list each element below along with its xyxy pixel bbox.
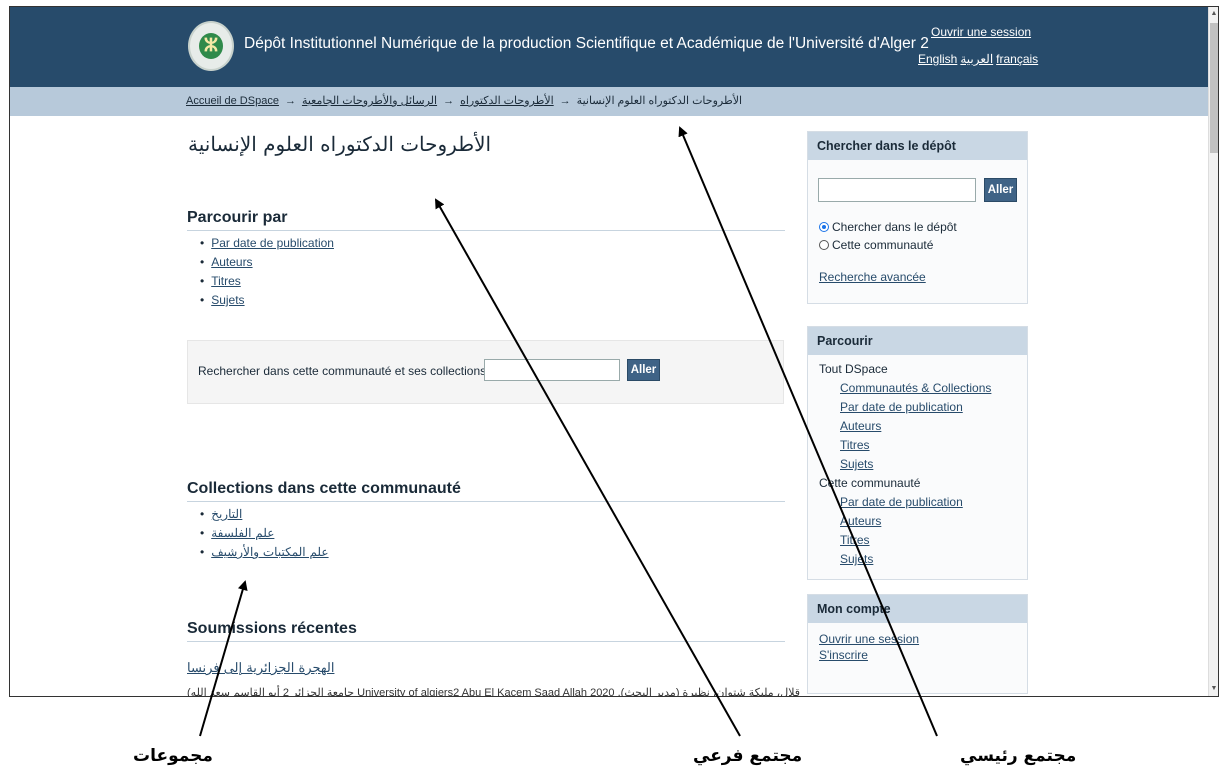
browse-by-titles-link[interactable]: Titres — [211, 274, 241, 288]
collection-philosophy-link[interactable]: علم الفلسفة — [211, 526, 274, 540]
sidebar-browse-title: Parcourir — [808, 327, 1027, 355]
browse-all-date-link[interactable]: Par date de publication — [840, 400, 963, 414]
sidebar-search-button[interactable]: Aller — [984, 178, 1017, 202]
community-search-box: Rechercher dans cette communauté et ses … — [187, 340, 784, 404]
recent-submission-meta: (جامعة الجزائر 2 أبو القاسم سعد الله Uni… — [187, 687, 801, 697]
collection-library-science-link[interactable]: علم المكتبات والأرشيف — [211, 545, 328, 559]
radio-unselected-icon — [819, 240, 829, 250]
browse-community-date-link[interactable]: Par date de publication — [840, 495, 963, 509]
community-search-label: Rechercher dans cette communauté et ses … — [198, 364, 493, 378]
recent-submissions-heading: Soumissions récentes — [187, 620, 785, 642]
browse-by-list: Par date de publication Auteurs Titres S… — [200, 234, 334, 310]
university-logo[interactable]: ⵣ — [188, 21, 234, 71]
browse-all-subjects-link[interactable]: Sujets — [840, 457, 873, 471]
scrollbar-thumb[interactable] — [1210, 23, 1218, 153]
browse-all-authors-link[interactable]: Auteurs — [840, 419, 881, 433]
sidebar-account-panel: Mon compte Ouvrir une session S'inscrire — [807, 594, 1028, 694]
account-register-link[interactable]: S'inscrire — [819, 648, 868, 662]
sidebar-search-input[interactable] — [818, 178, 976, 202]
list-item: التاريخ — [200, 505, 329, 524]
radio-selected-icon — [819, 222, 829, 232]
browser-viewport: ⵣ Dépôt Institutionnel Numérique de la p… — [9, 6, 1219, 697]
breadcrumb-current: الأطروحات الدكتوراه العلوم الإنسانية — [576, 95, 743, 107]
sidebar-browse-panel: Parcourir Tout DSpace Communautés & Coll… — [807, 326, 1028, 580]
scroll-down-icon[interactable]: ▼ — [1209, 682, 1218, 696]
community-search-button[interactable]: Aller — [627, 359, 660, 381]
browse-community-titles-link[interactable]: Titres — [840, 533, 870, 547]
browse-by-authors-link[interactable]: Auteurs — [211, 255, 252, 269]
site-header: ⵣ Dépôt Institutionnel Numérique de la p… — [10, 7, 1208, 87]
breadcrumb-home[interactable]: Accueil de DSpace — [186, 95, 279, 107]
lang-english-link[interactable]: English — [918, 52, 957, 66]
list-item: Titres — [200, 272, 334, 291]
breadcrumb-separator: → — [284, 95, 296, 107]
browse-by-subjects-link[interactable]: Sujets — [211, 293, 244, 307]
list-item: علم الفلسفة — [200, 524, 329, 543]
breadcrumb-theses[interactable]: الرسائل والأطروحات الجامعية — [302, 95, 437, 107]
vertical-scrollbar[interactable]: ▲ ▼ — [1208, 7, 1218, 696]
login-link[interactable]: Ouvrir une session — [931, 25, 1031, 39]
sidebar-search-title: Chercher dans le dépôt — [808, 132, 1027, 160]
breadcrumb-doctorates[interactable]: الأطروحات الدكتوراه — [460, 95, 554, 107]
page-title: الأطروحات الدكتوراه العلوم الإنسانية — [188, 132, 492, 156]
list-item: Par date de publication — [200, 234, 334, 253]
browse-group-all-dspace: Tout DSpace — [819, 362, 888, 376]
list-item: علم المكتبات والأرشيف — [200, 543, 328, 562]
advanced-search-link[interactable]: Recherche avancée — [819, 270, 926, 284]
browse-by-heading: Parcourir par — [187, 209, 785, 231]
browse-group-this-community: Cette communauté — [819, 476, 921, 490]
browse-community-authors-link[interactable]: Auteurs — [840, 514, 881, 528]
breadcrumb: Accueil de DSpace → الأطروحات الدكتوراه ال… — [10, 87, 1208, 116]
collections-heading: Collections dans cette communauté — [187, 480, 785, 502]
breadcrumb-separator: → — [559, 95, 571, 107]
lang-arabic-link[interactable]: العربية — [960, 52, 993, 66]
annotation-label-collections: مجموعات — [133, 746, 213, 766]
radio-search-community[interactable]: Cette communauté — [819, 238, 933, 252]
community-search-input[interactable] — [484, 359, 620, 381]
radio-search-repository[interactable]: Chercher dans le dépôt — [819, 220, 957, 234]
list-item: Sujets — [200, 291, 334, 310]
collections-list: التاريخ علم الفلسفة علم المكتبات والأرشي… — [200, 505, 329, 562]
lang-french-link[interactable]: français — [996, 52, 1038, 66]
main-content: الأطروحات الدكتوراه العلوم الإنسانية Par… — [186, 116, 800, 696]
account-login-link[interactable]: Ouvrir une session — [819, 632, 919, 646]
collection-history-link[interactable]: التاريخ — [211, 507, 242, 521]
annotation-label-sub-community: مجتمع فرعي — [693, 746, 803, 766]
browse-communities-link[interactable]: Communautés & Collections — [840, 381, 991, 395]
browse-community-subjects-link[interactable]: Sujets — [840, 552, 873, 566]
breadcrumb-separator: → — [443, 95, 455, 107]
list-item: Auteurs — [200, 253, 334, 272]
sidebar-search-panel: Chercher dans le dépôt Aller Chercher da… — [807, 131, 1028, 304]
sidebar-account-title: Mon compte — [808, 595, 1027, 623]
annotation-label-main-community: مجتمع رئيسي — [960, 746, 1077, 766]
browse-by-date-link[interactable]: Par date de publication — [211, 236, 334, 250]
site-title[interactable]: Dépôt Institutionnel Numérique de la pro… — [244, 35, 929, 53]
scroll-up-icon[interactable]: ▲ — [1209, 7, 1218, 21]
language-switcher: English العربية français — [918, 52, 1041, 66]
recent-submission-link[interactable]: الهجرة الجزائرية إلى فرنسا — [187, 661, 334, 676]
logo-emblem-icon: ⵣ — [199, 33, 223, 59]
browse-all-titles-link[interactable]: Titres — [840, 438, 870, 452]
